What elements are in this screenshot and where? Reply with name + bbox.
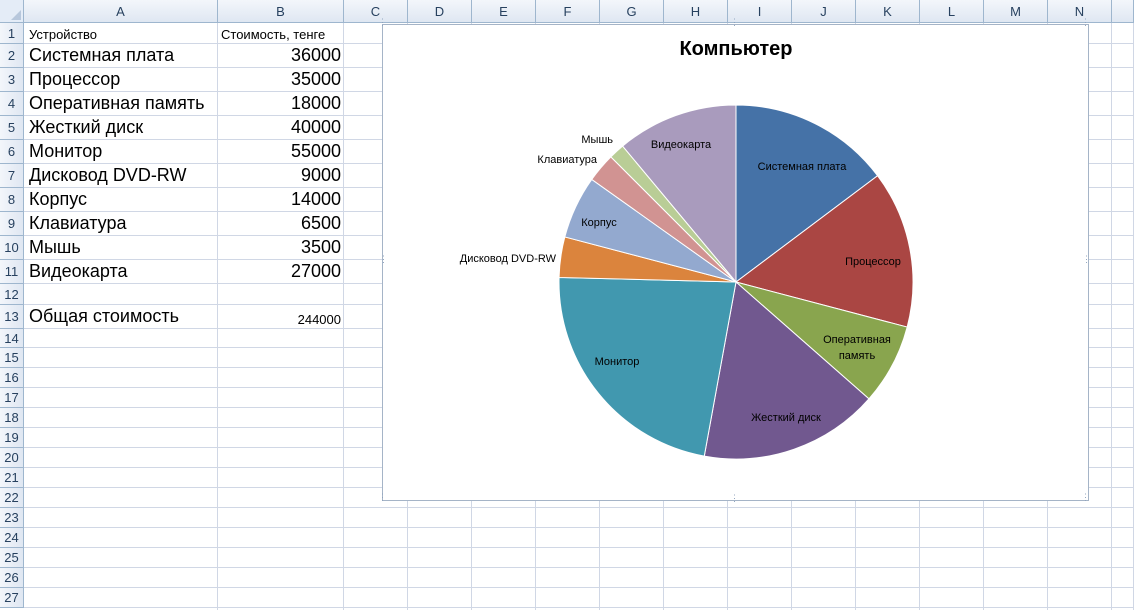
row-header-21[interactable]: 21 (0, 468, 24, 488)
cell-device-name[interactable]: Корпус (29, 189, 87, 210)
cell-device-name[interactable]: Видеокарта (29, 261, 128, 282)
cell-device-name[interactable]: Оперативная память (29, 93, 204, 114)
row-header-10[interactable]: 10 (0, 236, 24, 260)
pie-slice-5[interactable] (558, 276, 737, 457)
column-header-m[interactable]: M (984, 0, 1048, 23)
cell-device-cost[interactable]: 35000 (219, 69, 343, 90)
chart-resize-handle-bottom-left[interactable]: ⋮ (378, 493, 387, 502)
row-header-27[interactable]: 27 (0, 588, 24, 608)
row-header-11[interactable]: 11 (0, 260, 24, 284)
column-header-e[interactable]: E (472, 0, 536, 23)
row-header-12[interactable]: 12 (0, 284, 24, 305)
chart-resize-handle-top-left[interactable]: ⋮ (378, 18, 387, 27)
row-header-14[interactable]: 14 (0, 329, 24, 348)
row-header-7[interactable]: 7 (0, 164, 24, 188)
row-header-20[interactable]: 20 (0, 448, 24, 468)
column-header-g[interactable]: G (600, 0, 664, 23)
select-all-corner[interactable] (0, 0, 24, 23)
cell-device-cost[interactable]: 3500 (219, 237, 343, 258)
row-header-5[interactable]: 5 (0, 116, 24, 140)
row-header-8[interactable]: 8 (0, 188, 24, 212)
row-header-25[interactable]: 25 (0, 548, 24, 568)
cell-device-cost[interactable]: 55000 (219, 141, 343, 162)
cell-device-cost[interactable]: 14000 (219, 189, 343, 210)
pie-data-label[interactable]: Мышь (581, 134, 613, 146)
column-header-c[interactable]: C (344, 0, 408, 23)
column-header-a[interactable]: A (24, 0, 218, 23)
row-header-26[interactable]: 26 (0, 568, 24, 588)
pie-data-label[interactable]: Корпус (581, 217, 617, 229)
chart-resize-handle-top[interactable]: ⋮ (730, 18, 739, 27)
column-header-h[interactable]: H (664, 0, 728, 23)
pie-data-label[interactable]: Монитор (595, 356, 640, 368)
pie-data-label[interactable]: Видеокарта (651, 139, 712, 151)
row-header-15[interactable]: 15 (0, 348, 24, 368)
row-header-6[interactable]: 6 (0, 140, 24, 164)
cell-device-name[interactable]: Мышь (29, 237, 81, 258)
cell-device-cost[interactable]: 18000 (219, 93, 343, 114)
cell-device-name[interactable]: Процессор (29, 69, 120, 90)
chart-resize-handle-bottom[interactable]: ⋮ (730, 494, 739, 503)
column-header-n[interactable]: N (1048, 0, 1112, 23)
row-header-3[interactable]: 3 (0, 68, 24, 92)
cell-total-label[interactable]: Общая стоимость (29, 306, 179, 327)
row-header-18[interactable]: 18 (0, 408, 24, 428)
column-header-b[interactable]: B (218, 0, 344, 23)
row-header-24[interactable]: 24 (0, 528, 24, 548)
row-header-2[interactable]: 2 (0, 44, 24, 68)
row-header-22[interactable]: 22 (0, 488, 24, 508)
chart-title[interactable]: Компьютер (679, 38, 792, 60)
cell-device-name[interactable]: Дисковод DVD-RW (29, 165, 186, 186)
chart-resize-handle-top-right[interactable]: ⋮ (1081, 18, 1090, 27)
column-header-j[interactable]: J (792, 0, 856, 23)
row-header-17[interactable]: 17 (0, 388, 24, 408)
pie-data-label[interactable]: Процессор (845, 256, 901, 268)
pie-data-label[interactable]: Клавиатура (537, 154, 597, 166)
pie-chart-canvas: КомпьютерСистемная платаПроцессорОперати… (460, 38, 914, 460)
column-header-l[interactable]: L (920, 0, 984, 23)
pie-data-label[interactable]: Системная плата (758, 161, 848, 173)
cell-a1-header-device[interactable]: Устройство (29, 27, 97, 42)
row-header-16[interactable]: 16 (0, 368, 24, 388)
column-header-k[interactable]: K (856, 0, 920, 23)
row-header-1[interactable]: 1 (0, 23, 24, 44)
pie-data-label[interactable]: Дисковод DVD-RW (460, 253, 557, 265)
cell-device-name[interactable]: Клавиатура (29, 213, 127, 234)
cell-device-cost[interactable]: 9000 (219, 165, 343, 186)
cell-b1-header-cost[interactable]: Стоимость, тенге (221, 27, 345, 42)
row-header-13[interactable]: 13 (0, 305, 24, 329)
cell-device-cost[interactable]: 27000 (219, 261, 343, 282)
chart-resize-handle-right[interactable]: ⋮ (1082, 255, 1091, 264)
row-header-23[interactable]: 23 (0, 508, 24, 528)
cell-device-cost[interactable]: 40000 (219, 117, 343, 138)
row-header-9[interactable]: 9 (0, 212, 24, 236)
pie-chart[interactable]: Компьютер Системная плата Процессор Операти… (378, 18, 1091, 503)
cell-device-cost[interactable]: 36000 (219, 45, 343, 66)
chart-resize-handle-bottom-right[interactable]: ⋮ (1081, 493, 1090, 502)
cell-device-cost[interactable]: 6500 (219, 213, 343, 234)
row-header-4[interactable]: 4 (0, 92, 24, 116)
chart-resize-handle-left[interactable]: ⋮ (379, 255, 388, 264)
cell-total-value[interactable]: 244000 (219, 312, 343, 327)
row-header-19[interactable]: 19 (0, 428, 24, 448)
spreadsheet-grid[interactable]: ABCDEFGHIJKLMN 1 2 3 4 5 6 7 8 9 10 11 12 13 14 15 16 17… (0, 0, 1134, 610)
cell-device-name[interactable]: Системная плата (29, 45, 174, 66)
column-header-f[interactable]: F (536, 0, 600, 23)
pie-data-label[interactable]: Жесткий диск (751, 412, 821, 424)
column-header-d[interactable]: D (408, 0, 472, 23)
column-header-partial[interactable] (1112, 0, 1134, 23)
cell-device-name[interactable]: Монитор (29, 141, 102, 162)
cell-device-name[interactable]: Жесткий диск (29, 117, 143, 138)
